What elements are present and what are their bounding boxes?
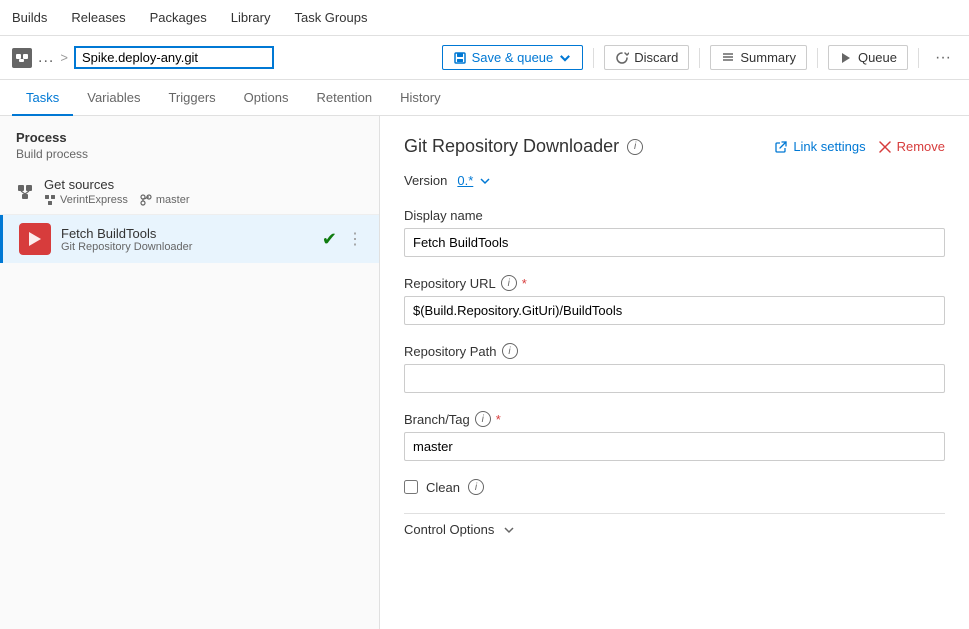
source-repo-name: VerintExpress (60, 194, 128, 206)
repo-path-group: Repository Path i (404, 343, 945, 393)
pipeline-icon (12, 48, 32, 68)
link-settings-label: Link settings (793, 139, 865, 154)
remove-button[interactable]: Remove (878, 139, 945, 154)
clean-label[interactable]: Clean (426, 480, 460, 495)
task-check-icon: ✔ (322, 229, 337, 250)
panel-header: Git Repository Downloader i Link setting… (404, 136, 945, 157)
version-select[interactable]: 0.* (457, 173, 491, 188)
save-queue-button[interactable]: Save & queue (442, 45, 584, 70)
fetch-buildtools-item[interactable]: Fetch BuildTools Git Repository Download… (0, 215, 379, 263)
source-repo: VerintExpress (44, 194, 128, 206)
control-options-chevron-icon (502, 523, 516, 537)
pipeline-name-input[interactable] (74, 46, 274, 69)
task-more-icon[interactable]: ⋮ (347, 229, 363, 249)
right-panel: Git Repository Downloader i Link setting… (380, 116, 969, 629)
repo-url-group: Repository URL i * (404, 275, 945, 325)
remove-label: Remove (897, 139, 945, 154)
display-name-input[interactable] (404, 228, 945, 257)
panel-actions: Link settings Remove (774, 139, 945, 154)
tab-history[interactable]: History (386, 80, 454, 116)
branch-tag-group: Branch/Tag i * (404, 411, 945, 461)
tab-variables[interactable]: Variables (73, 80, 154, 116)
version-value: 0.* (457, 173, 473, 188)
tabs-bar: Tasks Variables Triggers Options Retenti… (0, 80, 969, 116)
nav-library[interactable]: Library (231, 10, 271, 25)
branch-tag-required: * (496, 412, 501, 427)
breadcrumb-more[interactable]: ... (38, 49, 54, 67)
get-sources-name: Get sources (44, 177, 363, 192)
main-layout: Process Build process Get sources (0, 116, 969, 629)
repo-url-info-icon[interactable]: i (501, 275, 517, 291)
repo-url-input[interactable] (404, 296, 945, 325)
queue-button[interactable]: Queue (828, 45, 908, 70)
nav-packages[interactable]: Packages (150, 10, 207, 25)
get-sources-item[interactable]: Get sources VerintExpress (0, 169, 379, 215)
tab-retention[interactable]: Retention (302, 80, 386, 116)
queue-label: Queue (858, 50, 897, 65)
tab-triggers[interactable]: Triggers (154, 80, 229, 116)
top-navigation: Builds Releases Packages Library Task Gr… (0, 0, 969, 36)
clean-row: Clean i (404, 479, 945, 495)
tab-options[interactable]: Options (230, 80, 303, 116)
panel-title-text: Git Repository Downloader (404, 136, 619, 157)
discard-label: Discard (634, 50, 678, 65)
nav-releases[interactable]: Releases (71, 10, 125, 25)
task-icon (19, 223, 51, 255)
toolbar-divider3 (817, 48, 818, 68)
link-settings-button[interactable]: Link settings (774, 139, 865, 154)
nav-builds[interactable]: Builds (12, 10, 47, 25)
left-panel: Process Build process Get sources (0, 116, 380, 629)
display-name-label: Display name (404, 208, 945, 223)
repo-path-label: Repository Path i (404, 343, 945, 359)
clean-info-icon[interactable]: i (468, 479, 484, 495)
control-options-row[interactable]: Control Options (404, 513, 945, 545)
get-sources-meta: VerintExpress master (44, 194, 363, 206)
toolbar-divider2 (699, 48, 700, 68)
discard-button[interactable]: Discard (604, 45, 689, 70)
panel-title: Git Repository Downloader i (404, 136, 643, 157)
process-subtitle: Build process (16, 147, 363, 161)
display-name-group: Display name (404, 208, 945, 257)
process-section: Process Build process (0, 116, 379, 169)
toolbar-divider4 (918, 48, 919, 68)
title-info-icon[interactable]: i (627, 139, 643, 155)
toolbar-divider (593, 48, 594, 68)
get-sources-details: Get sources VerintExpress (44, 177, 363, 206)
control-options-label: Control Options (404, 522, 494, 537)
version-label: Version (404, 173, 447, 188)
repo-url-required: * (522, 276, 527, 291)
branch-tag-label: Branch/Tag i * (404, 411, 945, 427)
nav-task-groups[interactable]: Task Groups (294, 10, 367, 25)
source-branch: master (140, 194, 190, 206)
clean-checkbox[interactable] (404, 480, 418, 494)
summary-label: Summary (740, 50, 796, 65)
tab-tasks[interactable]: Tasks (12, 80, 73, 116)
breadcrumb-separator: > (60, 50, 68, 65)
branch-tag-input[interactable] (404, 432, 945, 461)
repo-path-input[interactable] (404, 364, 945, 393)
sources-icon (16, 183, 34, 201)
branch-tag-info-icon[interactable]: i (475, 411, 491, 427)
save-queue-label: Save & queue (472, 50, 554, 65)
more-options-icon[interactable]: ··· (929, 45, 957, 71)
source-branch-name: master (156, 194, 190, 206)
process-title: Process (16, 130, 363, 145)
task-details: Fetch BuildTools Git Repository Download… (61, 226, 312, 253)
repo-path-info-icon[interactable]: i (502, 343, 518, 359)
breadcrumb-bar: ... > Save & queue Discard Summary (0, 36, 969, 80)
summary-button[interactable]: Summary (710, 45, 807, 70)
repo-url-label: Repository URL i * (404, 275, 945, 291)
task-name: Fetch BuildTools (61, 226, 312, 241)
task-type: Git Repository Downloader (61, 241, 312, 253)
version-row: Version 0.* (404, 173, 945, 188)
